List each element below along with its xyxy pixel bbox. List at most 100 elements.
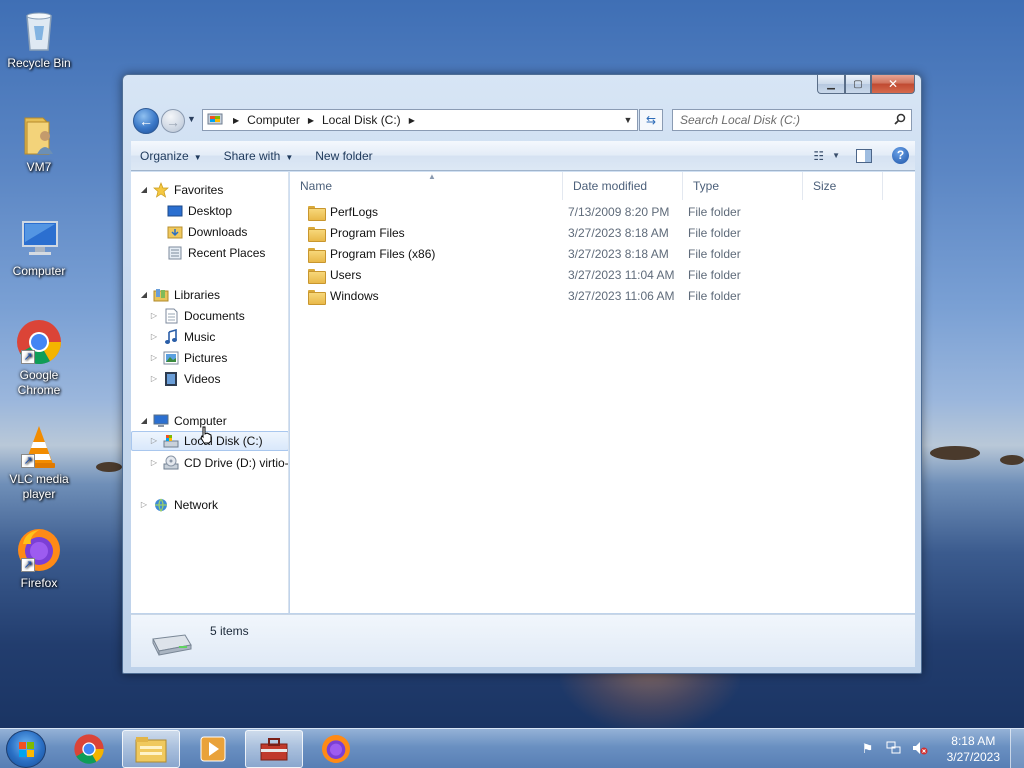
file-date: 3/27/2023 11:06 AM (568, 289, 675, 303)
collapsed-arrow-icon[interactable]: ▷ (149, 327, 159, 347)
column-header-size[interactable]: Size (803, 172, 883, 200)
refresh-button[interactable]: ⇆ (639, 109, 663, 131)
taskbar-firefox[interactable] (307, 730, 365, 768)
file-row[interactable]: Program Files 3/27/2023 8:18 AM File fol… (290, 223, 915, 244)
desktop-icon-computer[interactable]: Computer (4, 214, 74, 279)
search-input[interactable] (673, 110, 883, 130)
column-type-label: Type (693, 179, 720, 193)
file-date: 7/13/2009 8:20 PM (568, 205, 670, 219)
file-row[interactable]: PerfLogs 7/13/2009 8:20 PM File folder (290, 202, 915, 223)
maximize-icon: ▢ (853, 78, 863, 90)
column-name-label: Name (300, 179, 333, 193)
clock[interactable]: 8:18 AM 3/27/2023 (947, 733, 1000, 765)
file-row[interactable]: Windows 3/27/2023 11:06 AM File folder (290, 286, 915, 307)
nav-network[interactable]: ▷ Network (139, 495, 218, 515)
desktop-icon-label: VM7 (26, 160, 52, 174)
file-row[interactable]: Users 3/27/2023 11:04 AM File folder (290, 265, 915, 286)
nav-music[interactable]: ▷ Music (149, 327, 215, 347)
taskbar-chrome[interactable] (60, 730, 118, 768)
nav-videos[interactable]: ▷ Videos (149, 369, 220, 389)
nav-network-label: Network (174, 498, 219, 512)
preview-pane-icon[interactable] (856, 148, 872, 163)
nav-desktop[interactable]: Desktop (153, 201, 232, 221)
volume-muted-icon[interactable] (911, 741, 929, 757)
network-tray-icon[interactable] (885, 741, 903, 757)
shortcut-arrow-icon: ↗ (21, 454, 35, 468)
collapsed-arrow-icon[interactable]: ▷ (149, 348, 159, 368)
breadcrumb-local-disk[interactable]: Local Disk (C:) (322, 113, 401, 127)
file-date: 3/27/2023 11:04 AM (568, 268, 675, 282)
details-view-icon: ☷ (813, 148, 825, 163)
new-folder-label: New folder (315, 148, 373, 163)
column-header-name[interactable]: Name ▲ (290, 172, 563, 200)
recycle-bin-icon (15, 6, 63, 54)
nav-computer[interactable]: ◢ Computer (139, 411, 227, 431)
details-pane: 5 items (131, 614, 915, 667)
desktop-icon-google-chrome[interactable]: ↗ Google Chrome (4, 318, 74, 398)
column-header-date[interactable]: Date modified (563, 172, 683, 200)
taskbar-toolbox[interactable] (245, 730, 303, 768)
breadcrumb-separator-icon: ▶ (233, 115, 240, 125)
column-header-type[interactable]: Type (683, 172, 803, 200)
file-row[interactable]: Program Files (x86) 3/27/2023 8:18 AM Fi… (290, 244, 915, 265)
file-type: File folder (688, 289, 741, 303)
desktop-icon (167, 203, 183, 219)
action-center-flag-icon[interactable]: ⚑ (859, 741, 877, 757)
desktop-icon-firefox[interactable]: ↗ Firefox (4, 526, 74, 591)
nav-cd-drive-d[interactable]: ▷ CD Drive (D:) virtio-win (149, 453, 288, 473)
desktop-icon-recycle-bin[interactable]: Recycle Bin (4, 6, 74, 71)
desktop-icon-vlc[interactable]: ↗ VLC media player (4, 422, 74, 502)
file-name: Program Files (330, 226, 405, 240)
nav-documents[interactable]: ▷ Documents (149, 306, 245, 326)
organize-button[interactable]: Organize ▼ (131, 144, 211, 168)
collapsed-arrow-icon[interactable]: ▷ (149, 431, 159, 451)
file-type: File folder (688, 205, 741, 219)
cd-drive-icon (163, 455, 179, 471)
expanded-arrow-icon: ◢ (140, 416, 148, 425)
search-box[interactable] (672, 109, 912, 131)
start-button[interactable] (6, 730, 46, 768)
collapsed-arrow-icon[interactable]: ▷ (149, 369, 159, 389)
back-arrow-icon: ← (139, 113, 153, 129)
maximize-button[interactable]: ▢ (845, 75, 871, 94)
hand-cursor-icon (199, 426, 213, 444)
clock-date: 3/27/2023 (946, 750, 1000, 764)
show-desktop-button[interactable] (1010, 729, 1024, 768)
collapsed-arrow-icon[interactable]: ▷ (149, 453, 159, 473)
nav-libraries[interactable]: ◢ Libraries (139, 285, 220, 305)
address-bar[interactable]: ▶ Computer ▶ Local Disk (C:) ▶ ▼ (202, 109, 638, 131)
taskbar-explorer[interactable] (122, 730, 180, 768)
new-folder-button[interactable]: New folder (306, 144, 381, 168)
close-button[interactable]: ✕ (871, 75, 915, 94)
nav-favorites[interactable]: ◢ Favorites (139, 180, 223, 200)
navigation-pane: ◢ Favorites Desktop Downloads Recent Pla… (131, 172, 289, 613)
desktop-icon-label: Google Chrome (17, 368, 61, 397)
minimize-button[interactable]: ▁ (817, 75, 845, 94)
forward-button[interactable]: → (161, 109, 185, 133)
command-bar: Organize ▼ Share with ▼ New folder ☷ ▼ ? (131, 141, 915, 171)
change-view-button[interactable]: ☷ ▼ (813, 149, 840, 163)
file-type: File folder (688, 268, 741, 282)
help-icon[interactable]: ? (892, 147, 909, 164)
nav-pictures[interactable]: ▷ Pictures (149, 348, 227, 368)
close-icon: ✕ (887, 77, 899, 91)
nav-downloads[interactable]: Downloads (153, 222, 247, 242)
desktop-icon-vm7[interactable]: VM7 (4, 110, 74, 175)
address-dropdown-icon[interactable]: ▼ (619, 115, 637, 125)
nav-recent-places[interactable]: Recent Places (153, 243, 265, 263)
back-button[interactable]: ← (133, 108, 159, 134)
breadcrumb-computer[interactable]: Computer (247, 113, 300, 127)
recent-pages-dropdown[interactable]: ▼ (187, 114, 196, 124)
local-disk-icon (163, 433, 179, 449)
collapsed-arrow-icon[interactable]: ▷ (149, 306, 159, 326)
nav-recent-places-label: Recent Places (188, 246, 266, 260)
vlc-icon: ↗ (15, 422, 63, 470)
file-name: Program Files (x86) (330, 247, 436, 261)
star-icon (153, 182, 169, 198)
taskbar-media-player[interactable] (184, 730, 242, 768)
firefox-icon: ↗ (15, 526, 63, 574)
collapsed-arrow-icon[interactable]: ▷ (139, 495, 149, 515)
column-date-label: Date modified (573, 179, 648, 193)
toolbox-icon (260, 738, 288, 761)
share-with-button[interactable]: Share with ▼ (215, 144, 303, 168)
